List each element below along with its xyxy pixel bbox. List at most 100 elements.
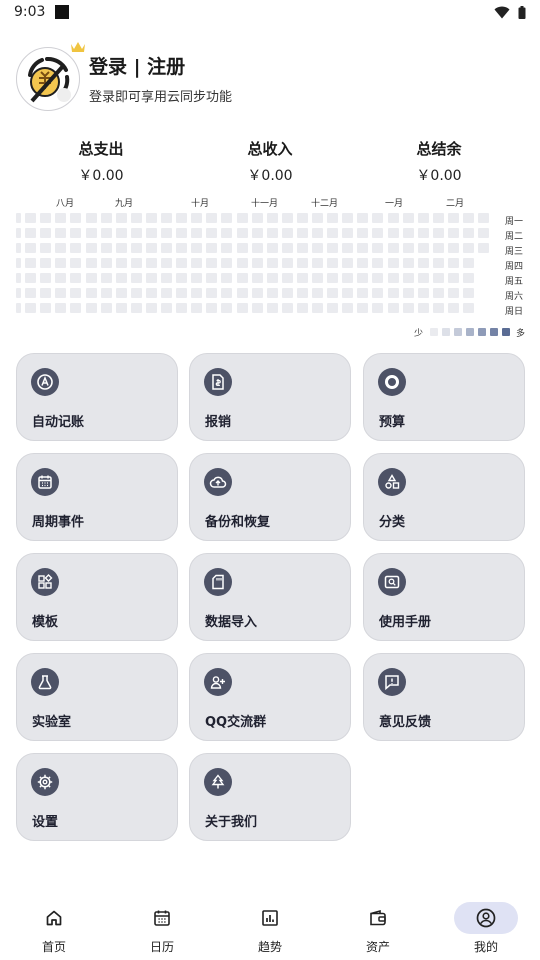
qq-group-card[interactable]: QQ交流群: [189, 653, 351, 741]
nav-label: 首页: [41, 940, 66, 954]
heatmap-cell: [357, 213, 369, 223]
heatmap-cell: [206, 273, 218, 283]
heatmap-cell: [115, 243, 127, 253]
heatmap-cell: [176, 288, 188, 298]
nav-label: 趋势: [257, 940, 282, 954]
heatmap-cell: [342, 288, 354, 298]
nav-label: 日历: [149, 940, 174, 954]
heatmap-cell: [402, 273, 414, 283]
shapes-icon: [378, 468, 406, 496]
heatmap-cell: [176, 243, 188, 253]
heatmap-cell: [463, 258, 474, 268]
nav-trends[interactable]: 趋势: [216, 896, 324, 960]
heatmap-cell: [402, 228, 414, 238]
total-income: 总收入 ￥0.00: [210, 138, 330, 185]
data-import-card[interactable]: 数据导入: [189, 553, 351, 641]
heatmap-cell: [16, 243, 21, 253]
heatmap-cell: [191, 273, 203, 283]
heatmap-cell: [342, 243, 354, 253]
heatmap-cell: [417, 213, 429, 223]
heatmap-cell: [312, 243, 323, 253]
heatmap-cell: [161, 243, 172, 253]
card-label: 分类: [379, 515, 406, 530]
card-label: 周期事件: [32, 515, 85, 530]
ring-icon: [378, 368, 406, 396]
cloud-upload-icon: [204, 468, 232, 496]
nav-home[interactable]: 首页: [0, 896, 108, 960]
legend-swatch: [490, 328, 498, 336]
heatmap-cell: [266, 273, 278, 283]
sd-card-icon: [204, 568, 232, 596]
heatmap-cell: [55, 228, 67, 238]
heatmap-cell: [191, 213, 203, 223]
profile-header[interactable]: 登录 | 注册 登录即可享用云同步功能: [16, 42, 233, 111]
heatmap-cell: [161, 273, 172, 283]
heatmap-cell: [312, 258, 323, 268]
heatmap-cell: [327, 213, 339, 223]
login-register-link[interactable]: 登录 | 注册: [89, 54, 232, 80]
legend-swatch: [430, 328, 438, 336]
nav-assets[interactable]: 资产: [324, 896, 432, 960]
heatmap-cell: [402, 243, 414, 253]
heatmap-cell: [70, 288, 82, 298]
heatmap-cell: [40, 258, 52, 268]
heatmap-cell: [145, 213, 157, 223]
total-expense: 总支出 ￥0.00: [41, 138, 161, 185]
account-icon: [454, 902, 518, 934]
heatmap-cell: [221, 243, 233, 253]
heatmap-cell: [115, 303, 127, 313]
heatmap-cell: [85, 243, 97, 253]
month-label: 一月: [385, 199, 404, 209]
heatmap-cell: [176, 273, 188, 283]
heatmap-cell: [206, 303, 218, 313]
heatmap-cell: [357, 303, 369, 313]
nav-label: 我的: [473, 940, 498, 954]
heatmap-cell: [236, 273, 248, 283]
total-expense-value: ￥0.00: [78, 168, 124, 184]
about-us-card[interactable]: 关于我们: [189, 753, 351, 841]
feedback-icon: [378, 668, 406, 696]
avatar[interactable]: [16, 47, 80, 111]
heatmap-cell: [402, 303, 414, 313]
wifi-icon: [494, 6, 510, 18]
user-manual-card[interactable]: 使用手册: [363, 553, 525, 641]
heatmap-cell: [55, 258, 67, 268]
heatmap-cell: [25, 303, 37, 313]
heatmap-cell: [221, 288, 233, 298]
heatmap-cell: [85, 228, 97, 238]
laboratory-card[interactable]: 实验室: [16, 653, 178, 741]
heatmap-cell: [161, 258, 172, 268]
settings-card[interactable]: 设置: [16, 753, 178, 841]
heatmap-cell: [145, 303, 157, 313]
heatmap-cell: [281, 273, 293, 283]
widgets-icon: [31, 568, 59, 596]
feedback-card[interactable]: 意见反馈: [363, 653, 525, 741]
template-card[interactable]: 模板: [16, 553, 178, 641]
heatmap-cell: [447, 258, 459, 268]
heatmap-cell: [417, 228, 429, 238]
month-label: 九月: [115, 199, 134, 209]
card-label: 设置: [32, 815, 59, 830]
heatmap-cell: [312, 288, 323, 298]
reimbursement-card[interactable]: 报销: [189, 353, 351, 441]
nav-label: 资产: [365, 940, 390, 954]
category-card[interactable]: 分类: [363, 453, 525, 541]
heatmap-cell: [447, 213, 459, 223]
heatmap-cell: [40, 228, 52, 238]
backup-restore-card[interactable]: 备份和恢复: [189, 453, 351, 541]
heatmap-cell: [447, 288, 459, 298]
heatmap-cell: [296, 243, 308, 253]
receipt-icon: [204, 368, 232, 396]
heatmap-cell: [417, 273, 429, 283]
heatmap-cell: [100, 213, 112, 223]
heatmap-cell: [16, 258, 21, 268]
auto-bookkeeping-card[interactable]: 自动记账: [16, 353, 178, 441]
heatmap-cell: [176, 303, 188, 313]
nav-mine[interactable]: 我的: [432, 896, 540, 960]
heatmap-cell: [236, 243, 248, 253]
budget-card[interactable]: 预算: [363, 353, 525, 441]
recurring-events-card[interactable]: 周期事件: [16, 453, 178, 541]
login-subtitle: 登录即可享用云同步功能: [89, 89, 233, 105]
nav-calendar[interactable]: 日历: [108, 896, 216, 960]
heatmap-cell: [281, 243, 293, 253]
